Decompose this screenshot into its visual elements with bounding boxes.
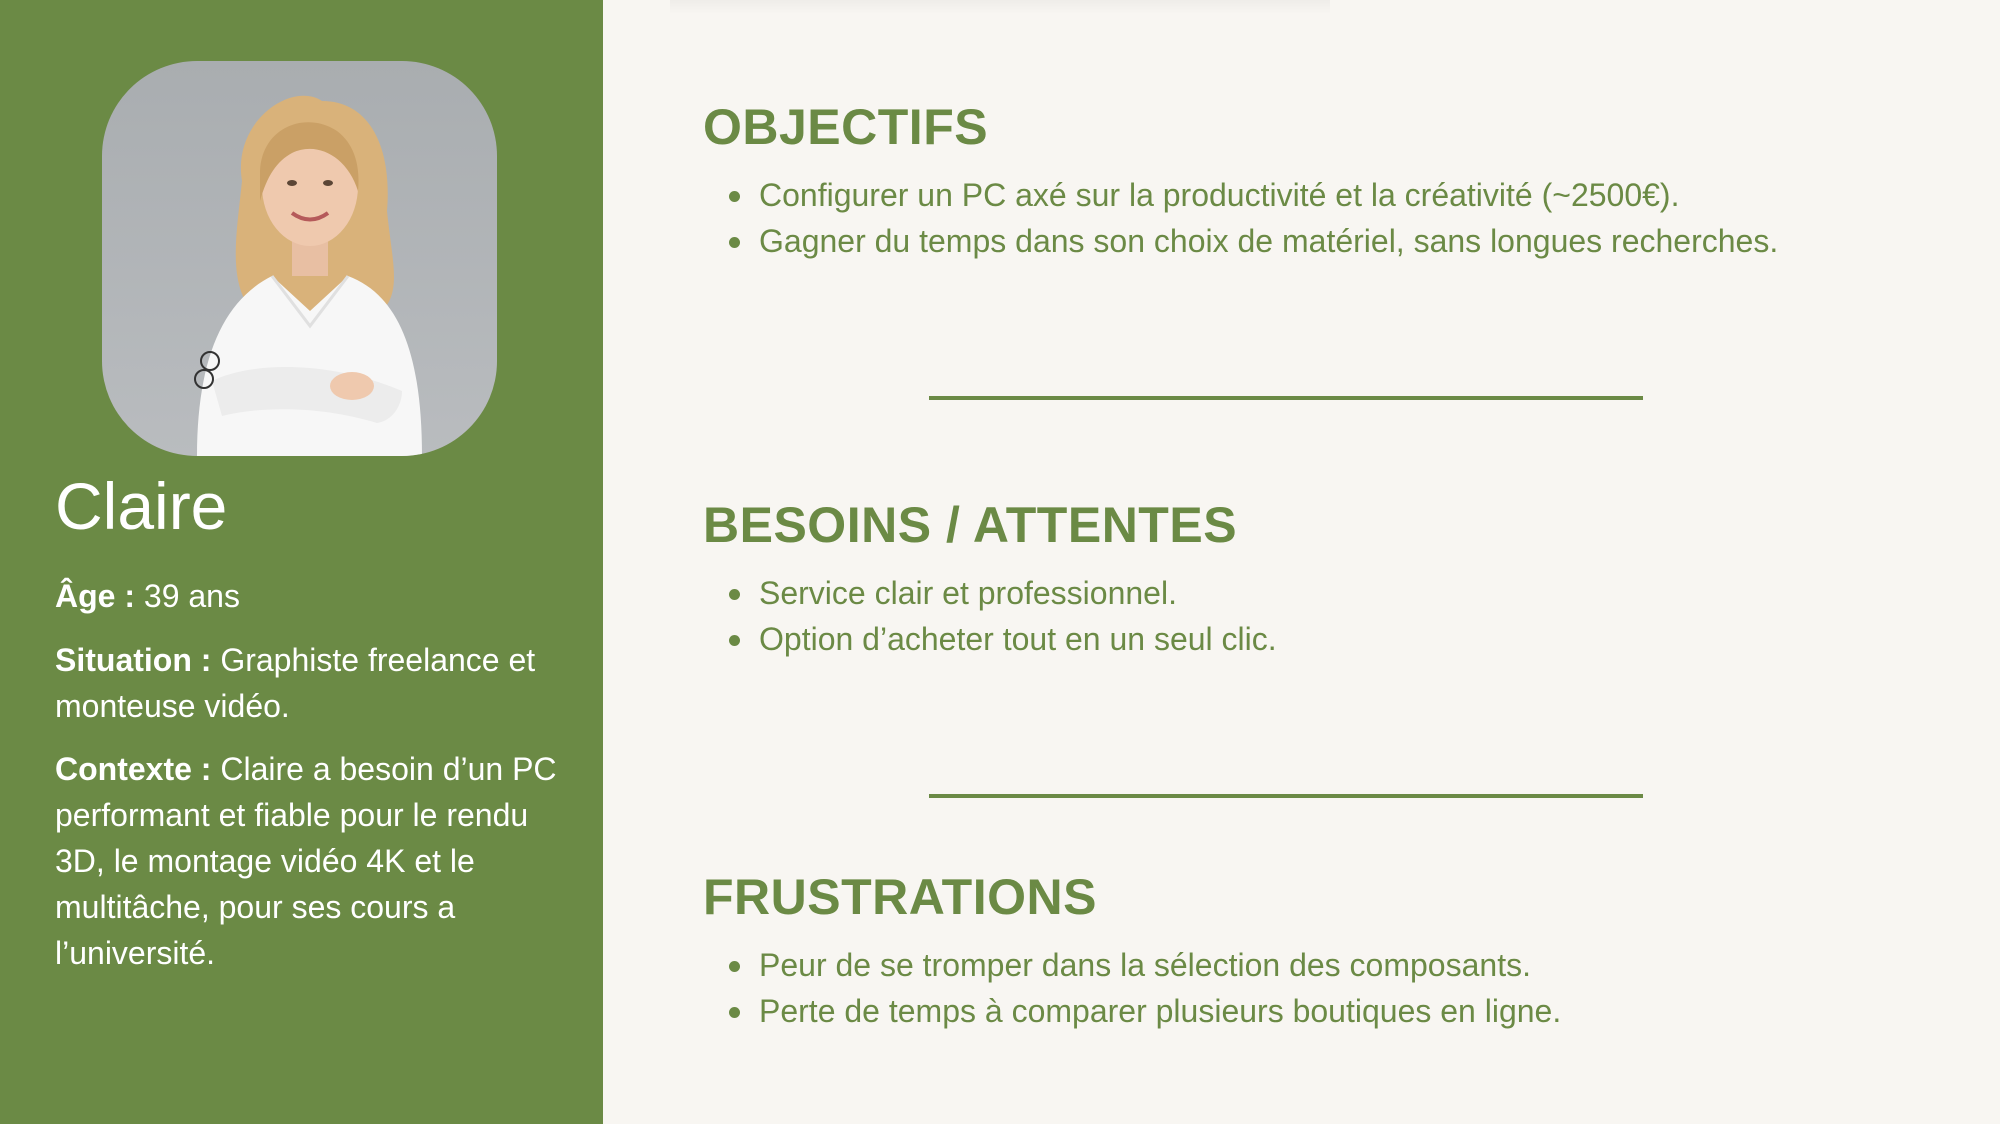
persona-age: Âge : 39 ans (55, 573, 565, 619)
context-label: Contexte : (55, 751, 212, 787)
top-shadow (670, 0, 1330, 14)
list-item: Service clair et professionnel. (729, 570, 1277, 616)
persona-sidebar: Claire Âge : 39 ans Situation : Graphist… (0, 0, 603, 1124)
persona-context: Contexte : Claire a besoin d’un PC perfo… (55, 746, 565, 976)
section-divider (929, 396, 1643, 400)
frustrations-title: FRUSTRATIONS (703, 869, 1097, 925)
age-label: Âge : (55, 578, 135, 614)
persona-situation: Situation : Graphiste freelance et monte… (55, 637, 565, 729)
persona-photo (102, 61, 497, 456)
besoins-list: Service clair et professionnel. Option d… (703, 570, 1277, 662)
list-item: Peur de se tromper dans la sélection des… (728, 942, 1561, 988)
persona-name: Claire (55, 469, 228, 543)
list-item: Perte de temps à comparer plusieurs bout… (728, 988, 1561, 1034)
list-item: Option d’acheter tout en un seul clic. (729, 616, 1277, 662)
situation-label: Situation : (55, 642, 212, 678)
objectifs-list: Configurer un PC axé sur la productivité… (703, 172, 1778, 264)
list-item: Gagner du temps dans son choix de matéri… (728, 218, 1778, 264)
list-item: Configurer un PC axé sur la productivité… (728, 172, 1778, 218)
persona-portrait-illustration (194, 95, 422, 456)
section-divider (929, 794, 1643, 798)
objectifs-title: OBJECTIFS (703, 99, 989, 155)
frustrations-list: Peur de se tromper dans la sélection des… (703, 942, 1561, 1034)
besoins-title: BESOINS / ATTENTES (703, 497, 1238, 553)
age-value: 39 ans (143, 578, 240, 614)
